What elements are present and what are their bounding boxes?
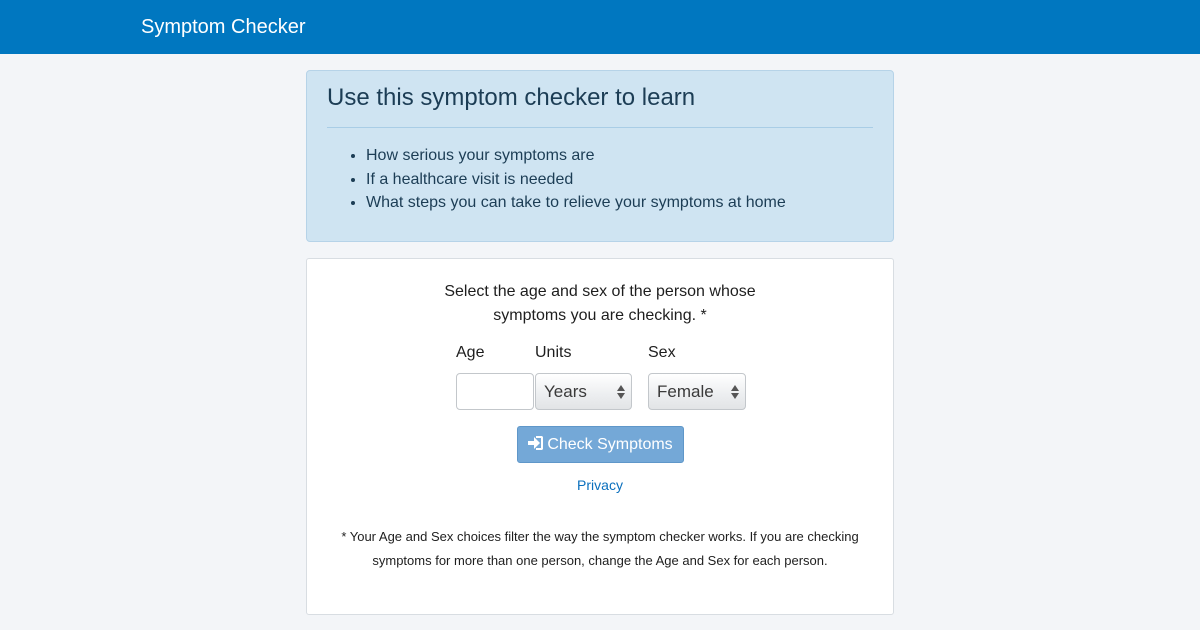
- info-list-item: What steps you can take to relieve your …: [366, 191, 786, 215]
- info-panel: Use this symptom checker to learn How se…: [306, 70, 894, 242]
- check-symptoms-label: Check Symptoms: [547, 436, 673, 453]
- footnote-line: * Your Age and Sex choices filter the wa…: [341, 529, 859, 544]
- info-list: How serious your symptoms are If a healt…: [366, 144, 786, 215]
- divider: [327, 127, 873, 128]
- form-prompt-line: symptoms you are checking. *: [493, 307, 707, 324]
- form-prompt: Select the age and sex of the person who…: [307, 280, 893, 328]
- app-title[interactable]: Symptom Checker: [141, 15, 306, 39]
- check-symptoms-button[interactable]: Check Symptoms: [517, 426, 684, 463]
- footnote-line: symptoms for more than one person, chang…: [372, 553, 828, 568]
- select-arrows-icon: [731, 383, 739, 401]
- form-prompt-line: Select the age and sex of the person who…: [444, 283, 756, 300]
- sign-in-icon: [528, 436, 544, 450]
- age-label: Age: [456, 344, 485, 361]
- top-bar: Symptom Checker: [0, 0, 1200, 54]
- age-sex-form: Select the age and sex of the person who…: [306, 258, 894, 615]
- sex-select[interactable]: Female: [648, 373, 746, 410]
- info-title: Use this symptom checker to learn: [327, 84, 696, 111]
- sex-label: Sex: [648, 344, 676, 361]
- units-label: Units: [535, 344, 572, 361]
- privacy-link[interactable]: Privacy: [307, 477, 893, 493]
- info-list-item: How serious your symptoms are: [366, 144, 786, 168]
- sex-select-value: Female: [657, 382, 714, 401]
- info-list-item: If a healthcare visit is needed: [366, 168, 786, 192]
- select-arrows-icon: [617, 383, 625, 401]
- footnote: * Your Age and Sex choices filter the wa…: [307, 525, 893, 573]
- units-select[interactable]: Years: [535, 373, 632, 410]
- age-input[interactable]: [456, 373, 534, 410]
- units-select-value: Years: [544, 382, 587, 401]
